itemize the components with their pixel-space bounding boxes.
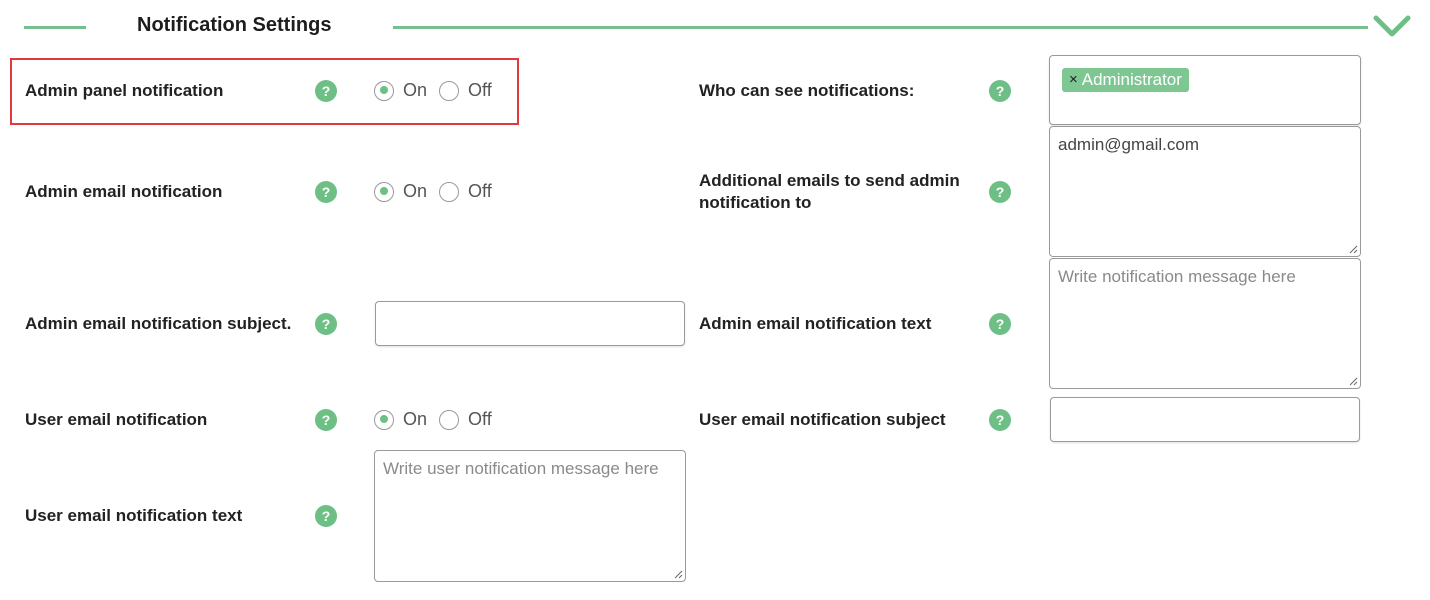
admin-email-subject-input[interactable] [375, 301, 685, 346]
help-icon[interactable]: ? [989, 80, 1011, 102]
header-divider-left [24, 26, 86, 29]
user-email-subject-input[interactable] [1050, 397, 1360, 442]
radio-label-off: Off [468, 80, 492, 100]
additional-emails-label-line1: Additional emails to send admin [699, 171, 960, 190]
who-can-see-label: Who can see notifications: [699, 81, 915, 100]
radio-label-on: On [403, 80, 428, 100]
remove-tag-icon[interactable]: × [1069, 68, 1078, 92]
resize-handle-icon[interactable] [1348, 244, 1358, 254]
user-email-notification-radio-group: On Off [374, 409, 504, 430]
resize-handle-icon[interactable] [1348, 376, 1358, 386]
admin-email-text-label: Admin email notification text [699, 314, 932, 333]
help-icon[interactable]: ? [989, 409, 1011, 431]
additional-emails-value: admin@gmail.com [1058, 135, 1200, 154]
chevron-down-icon[interactable] [1372, 12, 1412, 42]
admin-email-text-placeholder: Write notification message here [1058, 267, 1296, 286]
resize-handle-icon[interactable] [673, 569, 683, 579]
user-email-subject-label: User email notification subject [699, 410, 946, 429]
admin-email-notification-radio-group: On Off [374, 181, 504, 202]
admin-panel-notification-radio-group: On Off [374, 80, 504, 101]
admin-email-notification-label: Admin email notification [25, 182, 223, 201]
radio-label-off: Off [468, 409, 492, 429]
additional-emails-textarea[interactable]: admin@gmail.com [1049, 126, 1361, 257]
additional-emails-label-line2: notification to [699, 193, 812, 212]
admin-panel-off-radio[interactable] [439, 80, 460, 101]
user-email-text-label: User email notification text [25, 506, 243, 525]
section-title: Notification Settings [137, 14, 332, 36]
user-email-on-radio[interactable] [374, 409, 394, 430]
help-icon[interactable]: ? [315, 505, 337, 527]
admin-email-subject-label: Admin email notification subject. [25, 314, 292, 333]
help-icon[interactable]: ? [989, 313, 1011, 335]
help-icon[interactable]: ? [989, 181, 1011, 203]
radio-label-off: Off [468, 181, 492, 201]
help-icon[interactable]: ? [315, 313, 337, 335]
header-divider-right [393, 26, 1368, 29]
help-icon[interactable]: ? [315, 409, 337, 431]
admin-email-text-textarea[interactable]: Write notification message here [1049, 258, 1361, 389]
radio-label-on: On [403, 409, 428, 429]
role-tag: × Administrator [1062, 68, 1189, 92]
radio-label-on: On [403, 181, 428, 201]
user-email-off-radio[interactable] [439, 409, 460, 430]
user-email-notification-label: User email notification [25, 410, 208, 429]
help-icon[interactable]: ? [315, 80, 337, 102]
role-tag-label: Administrator [1081, 70, 1182, 89]
admin-panel-on-radio[interactable] [374, 80, 394, 101]
admin-panel-notification-label: Admin panel notification [25, 81, 224, 100]
additional-emails-label: Additional emails to send admin notifica… [699, 170, 979, 214]
user-email-text-textarea[interactable]: Write user notification message here [374, 450, 686, 582]
help-icon[interactable]: ? [315, 181, 337, 203]
user-email-text-placeholder: Write user notification message here [383, 459, 659, 478]
admin-email-off-radio[interactable] [439, 181, 460, 202]
admin-email-on-radio[interactable] [374, 181, 394, 202]
